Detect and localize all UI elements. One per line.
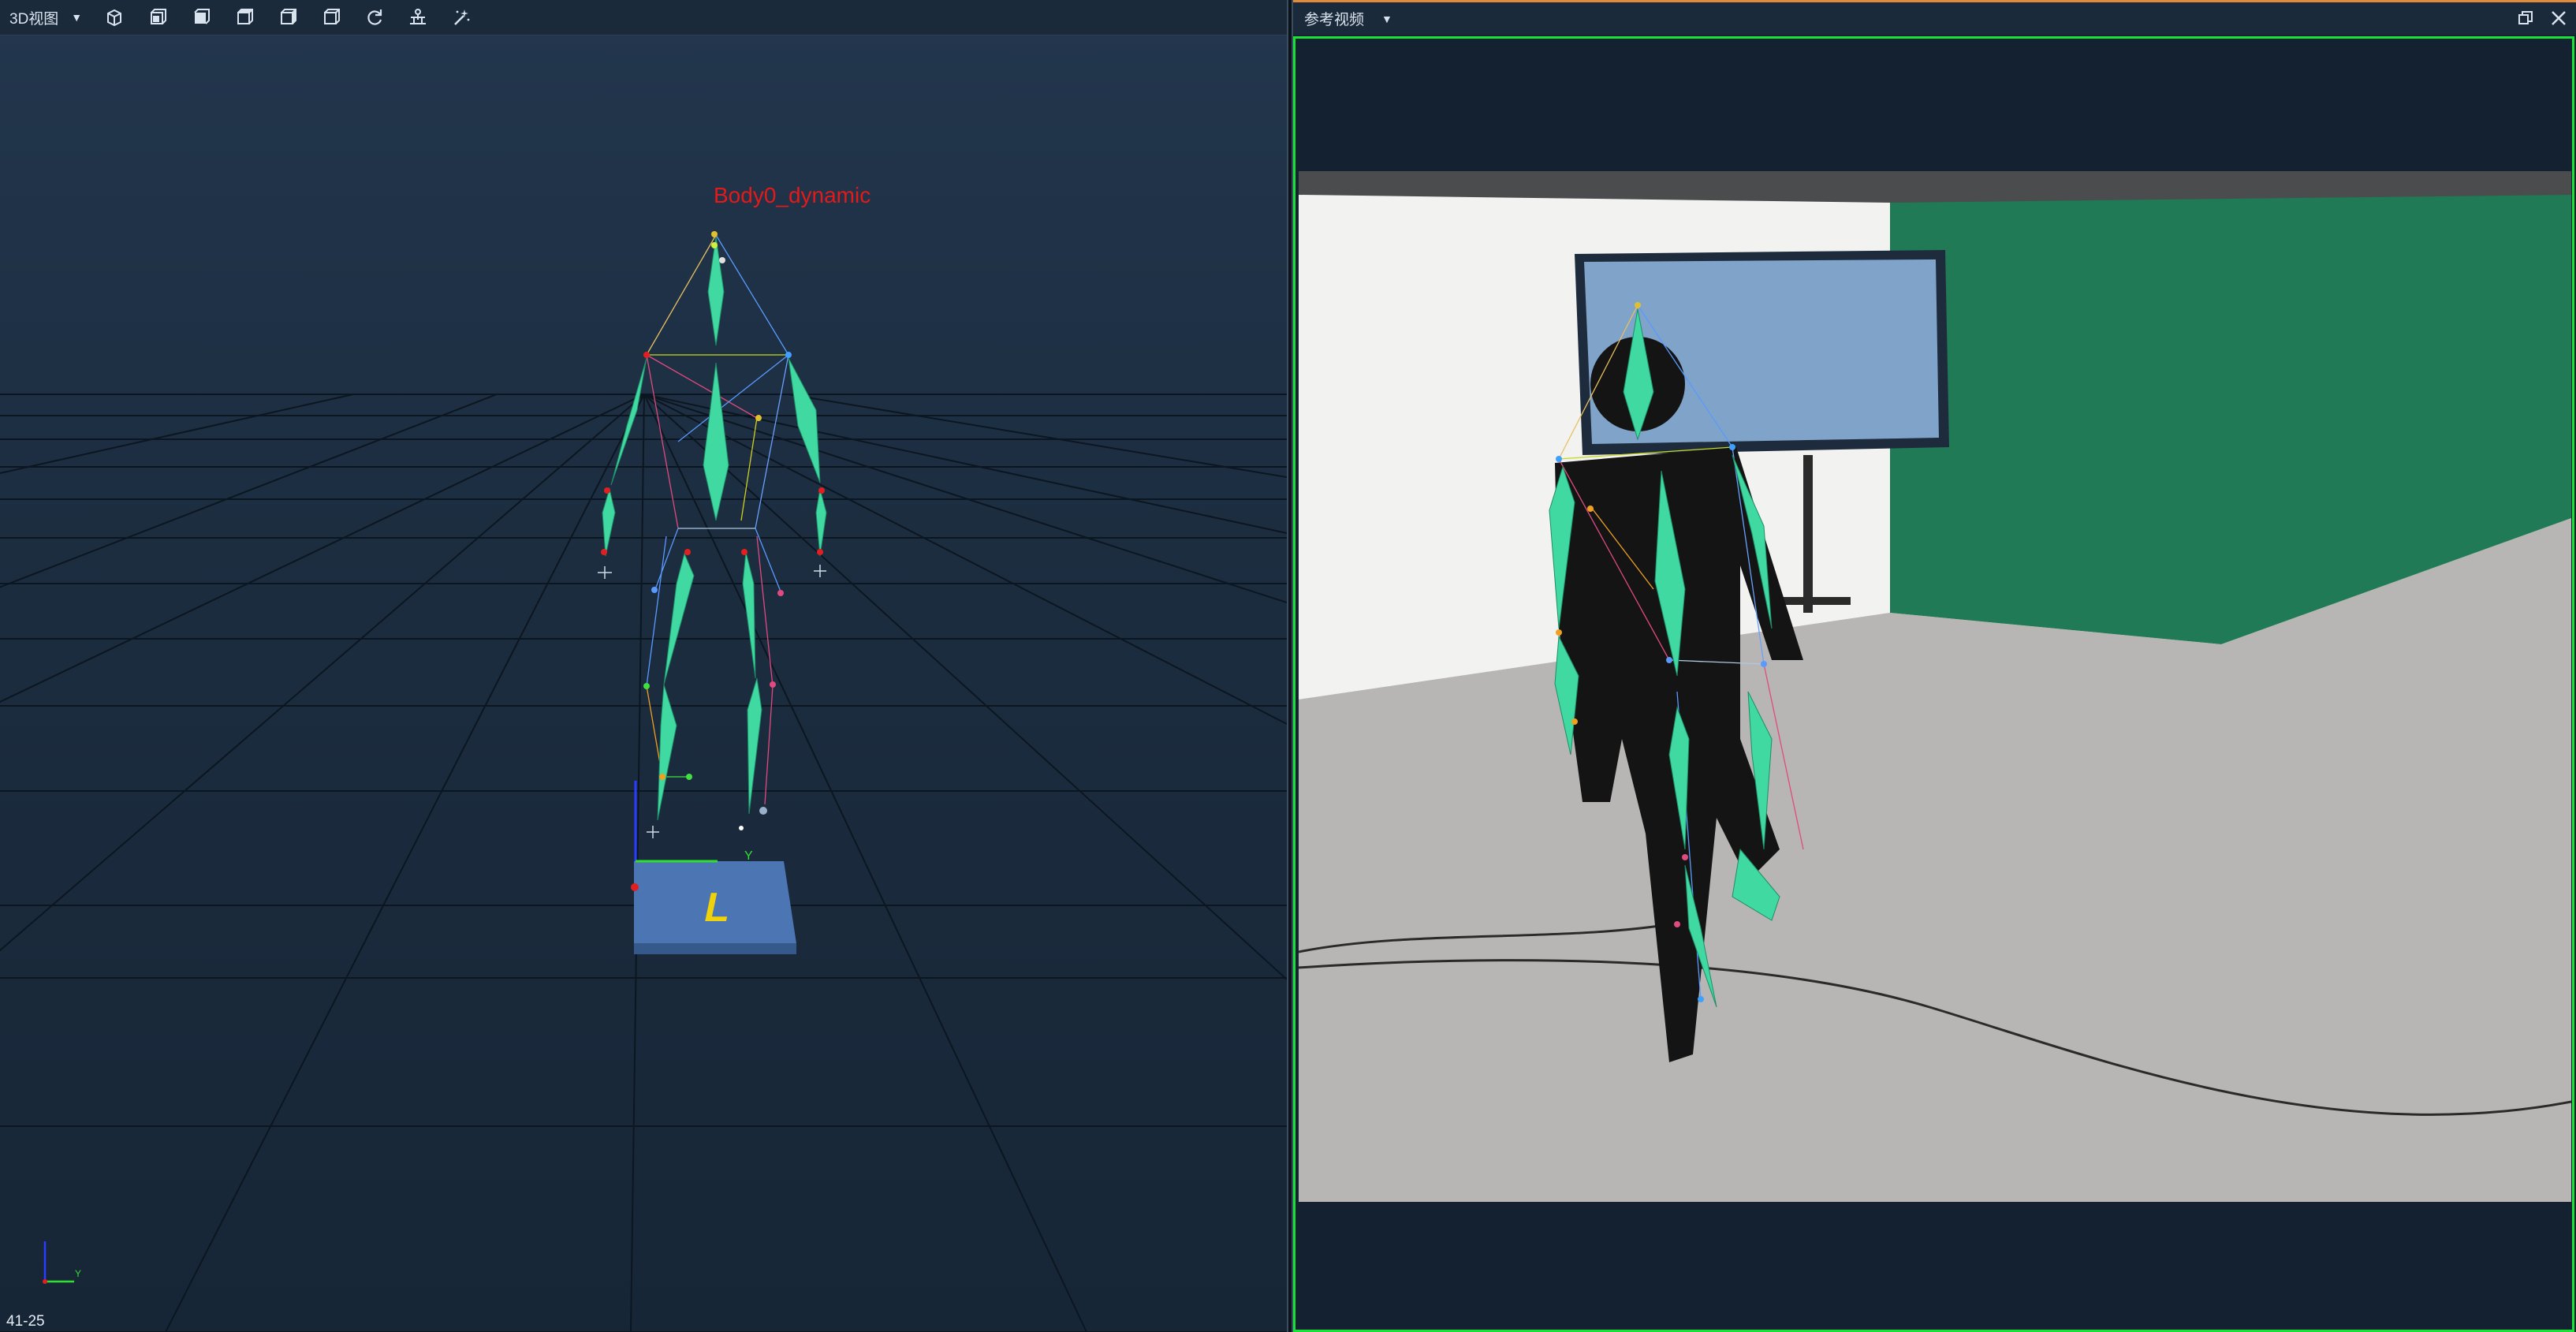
view-mode-label: 3D视图	[9, 10, 59, 28]
skeleton-body0[interactable]	[598, 231, 827, 838]
reference-video-pane: 参考视频 ▼	[1293, 0, 2576, 1332]
force-plate: L	[634, 861, 796, 954]
video-pane-header: 参考视频 ▼	[1293, 0, 2576, 35]
video-pane-title[interactable]: 参考视频	[1304, 8, 1364, 29]
axis-gizmo: Y	[43, 1241, 81, 1284]
magic-wand-icon[interactable]	[444, 0, 479, 35]
refresh-icon[interactable]	[357, 0, 392, 35]
cube-top-icon[interactable]	[184, 0, 218, 35]
close-icon[interactable]	[2548, 7, 2570, 29]
3d-scene-canvas[interactable]: L Y Body0_dynamic Y	[0, 35, 1287, 1332]
gizmo-y-label: Y	[75, 1268, 81, 1279]
restore-window-icon[interactable]	[2514, 7, 2537, 29]
axis-y-label: Y	[744, 849, 753, 863]
chevron-down-icon: ▼	[71, 11, 83, 24]
cube-iso-icon[interactable]	[314, 0, 349, 35]
cube-right-icon[interactable]	[227, 0, 262, 35]
video-frame	[1293, 36, 2574, 1332]
3d-view-pane[interactable]: 3D视图 ▼ L Y Body0_dynamic Y 41-25	[0, 0, 1287, 1332]
align-icon[interactable]	[401, 0, 435, 35]
pane-splitter[interactable]	[1287, 0, 1293, 1332]
3d-view-toolbar: 3D视图 ▼	[0, 0, 1287, 35]
cube-left-icon[interactable]	[140, 0, 175, 35]
subject-label: Body0_dynamic	[714, 183, 870, 207]
reference-video-image	[1299, 171, 2571, 1202]
cube-front-icon[interactable]	[97, 0, 132, 35]
view-mode-dropdown[interactable]: 3D视图 ▼	[0, 0, 88, 35]
cube-back-icon[interactable]	[270, 0, 305, 35]
frame-counter: 41-25	[6, 1313, 45, 1330]
chevron-down-icon[interactable]: ▼	[1381, 13, 1392, 25]
